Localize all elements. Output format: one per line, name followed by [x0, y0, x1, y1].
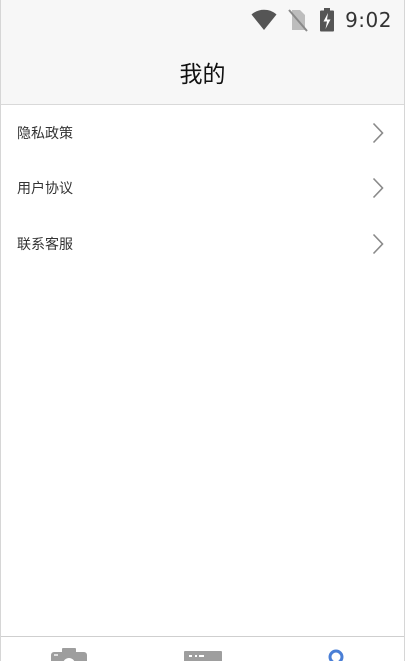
- profile-icon: [328, 649, 344, 661]
- no-sim-icon: [288, 9, 308, 32]
- menu-item-label: 联系客服: [17, 236, 73, 253]
- app-screen: 9:02 我的 隐私政策 用户协议 联系客服: [0, 0, 405, 661]
- battery-charging-icon: [320, 8, 335, 32]
- bottom-tab-bar: [1, 636, 404, 661]
- page-title: 我的: [179, 62, 226, 88]
- menu-item-contact-support[interactable]: 联系客服: [1, 216, 404, 272]
- menu-list: 隐私政策 用户协议 联系客服: [1, 105, 404, 272]
- status-bar: 9:02: [1, 0, 404, 40]
- title-bar: 我的: [1, 40, 404, 105]
- tab-profile[interactable]: [316, 647, 356, 661]
- wifi-icon: [251, 9, 277, 30]
- chevron-right-icon: [372, 233, 384, 254]
- tab-camera[interactable]: [49, 647, 89, 661]
- tab-id-card[interactable]: [183, 647, 223, 661]
- menu-item-label: 隐私政策: [17, 125, 73, 142]
- status-icons: 9:02: [251, 7, 392, 33]
- camera-icon: [51, 648, 87, 661]
- status-time: 9:02: [345, 8, 392, 32]
- chevron-right-icon: [372, 122, 384, 143]
- menu-item-label: 用户协议: [17, 181, 73, 198]
- menu-item-privacy-policy[interactable]: 隐私政策: [1, 105, 404, 161]
- menu-item-user-agreement[interactable]: 用户协议: [1, 161, 404, 217]
- chevron-right-icon: [372, 178, 384, 199]
- id-card-icon: [184, 651, 222, 661]
